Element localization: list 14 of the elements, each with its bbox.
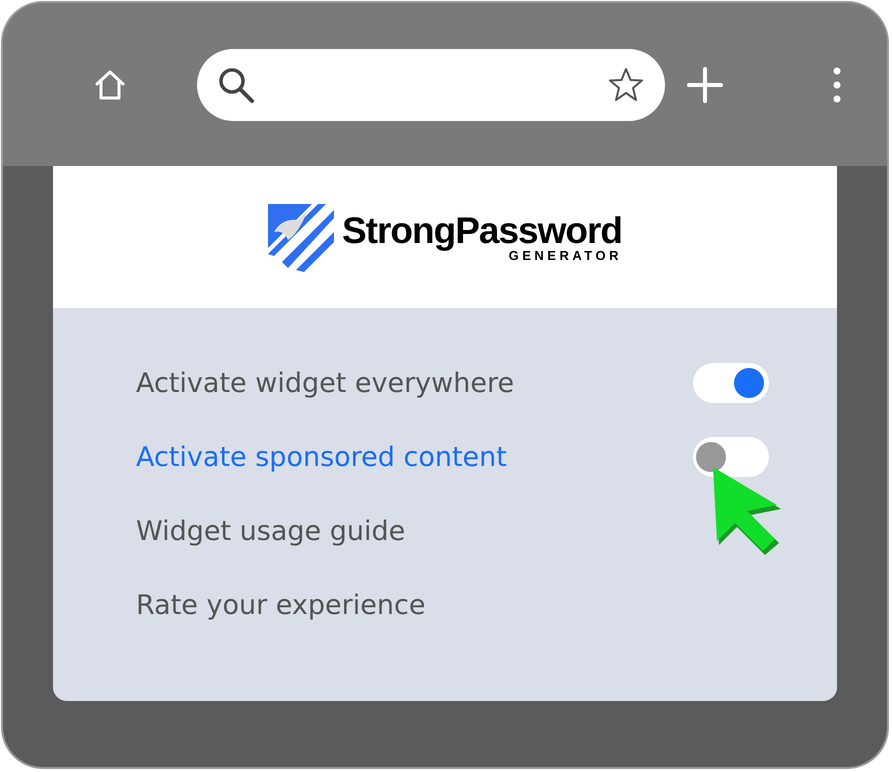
plus-icon[interactable] [687, 66, 723, 102]
logo-name: StrongPassword [342, 212, 622, 249]
menu-item[interactable]: Widget usage guide [136, 516, 406, 546]
logo-tagline: GENERATOR [508, 249, 622, 262]
menu-item[interactable]: Rate your experience [136, 590, 426, 620]
menu-item[interactable]: Activate sponsored content [136, 442, 507, 472]
toggle-switch[interactable] [693, 437, 769, 477]
menu-icon[interactable] [832, 66, 842, 102]
menu-item[interactable]: Activate widget everywhere [136, 368, 514, 398]
home-icon[interactable] [93, 68, 127, 102]
search-icon[interactable] [217, 66, 255, 104]
shield-logo-icon [268, 202, 334, 272]
toggle-switch[interactable] [693, 363, 769, 403]
star-icon[interactable] [607, 66, 645, 104]
